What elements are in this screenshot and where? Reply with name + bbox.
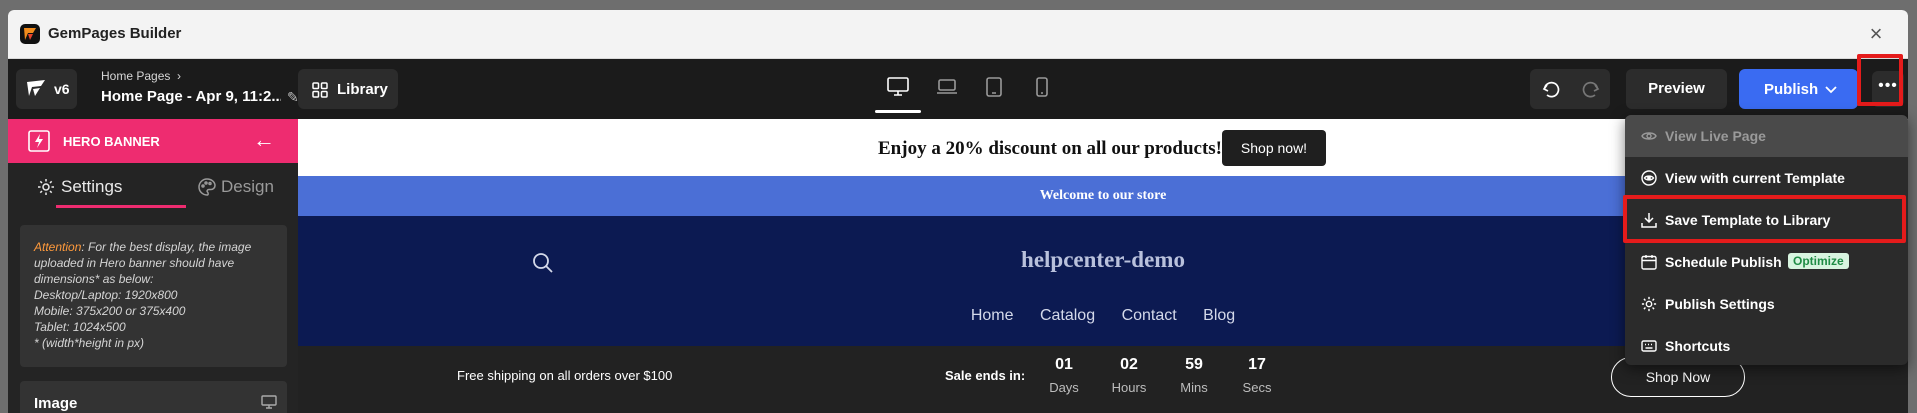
menu-item-label: Shortcuts <box>1665 338 1731 354</box>
countdown-days-label: Days <box>1049 380 1079 395</box>
gear-icon <box>38 179 54 195</box>
mobile-icon <box>1036 77 1048 97</box>
shop-now-button[interactable]: Shop now! <box>1222 130 1326 166</box>
eye-icon <box>1641 132 1657 140</box>
keyboard-icon <box>1641 340 1657 352</box>
nav-item-blog[interactable]: Blog <box>1203 307 1235 325</box>
countdown-hours: 02 Hours <box>1099 356 1159 395</box>
attention-label: Attention <box>34 240 82 254</box>
grid-icon <box>312 82 328 98</box>
tablet-icon <box>986 77 1002 97</box>
editor-toolbar: v6 Home Pages › Home Page - Apr 9, 11:2.… <box>8 59 1908 119</box>
countdown-mins-label: Mins <box>1180 380 1208 395</box>
palette-icon <box>198 178 216 196</box>
library-button[interactable]: Library <box>298 69 398 109</box>
menu-item-schedule-publish[interactable]: Schedule Publish Optimize <box>1625 241 1908 283</box>
page-title: Home Page - Apr 9, 11:2... <box>101 88 281 105</box>
menu-item-label: View with current Template <box>1665 170 1845 186</box>
nav-item-contact[interactable]: Contact <box>1122 307 1177 325</box>
countdown-secs-label: Secs <box>1242 380 1272 395</box>
section-title: HERO BANNER <box>63 134 160 149</box>
close-icon[interactable]: × <box>1866 23 1886 45</box>
title-bar: GemPages Builder × <box>8 10 1908 59</box>
menu-item-view-live-page[interactable]: View Live Page <box>1625 115 1908 157</box>
lightning-icon <box>28 130 50 152</box>
version-label: v6 <box>54 81 70 97</box>
image-setting-row[interactable]: Image <box>20 381 287 413</box>
countdown-days-value: 01 <box>1055 356 1073 373</box>
preview-button[interactable]: Preview <box>1626 69 1727 109</box>
notice-footnote: * (width*height in px) <box>34 336 145 350</box>
notice-desktop: Desktop/Laptop: 1920x800 <box>34 288 178 302</box>
countdown-secs-value: 17 <box>1248 356 1266 373</box>
notice-mobile: Mobile: 375x200 or 375x400 <box>34 304 186 318</box>
breadcrumb[interactable]: Home Pages <box>101 69 170 83</box>
tab-settings[interactable]: Settings <box>8 163 153 209</box>
mobile-view-button[interactable] <box>1019 67 1065 111</box>
image-label: Image <box>34 395 78 412</box>
sale-ends-label: Sale ends in: <box>945 368 1026 383</box>
edit-pen-icon[interactable]: ✎ <box>287 89 299 106</box>
desktop-icon <box>887 77 909 96</box>
menu-item-view-with-template[interactable]: View with current Template <box>1625 157 1908 199</box>
gempages-mark-icon <box>27 80 45 96</box>
laptop-icon <box>937 79 957 94</box>
chevron-down-icon <box>1825 86 1837 94</box>
gear-icon <box>1641 296 1657 312</box>
undo-redo-group <box>1530 69 1610 109</box>
calendar-icon <box>1641 255 1657 270</box>
window-title: GemPages Builder <box>48 25 182 42</box>
countdown-days: 01 Days <box>1034 356 1094 395</box>
library-label: Library <box>337 81 388 98</box>
nav-item-home[interactable]: Home <box>971 307 1014 325</box>
desktop-view-button[interactable] <box>875 67 921 113</box>
optimize-badge: Optimize <box>1788 253 1849 269</box>
active-tab-indicator <box>56 205 186 208</box>
menu-item-label: Publish Settings <box>1665 296 1775 312</box>
gempages-logo-icon <box>20 24 40 44</box>
eye-circle-icon <box>1641 170 1657 186</box>
arrow-left-icon[interactable]: ← <box>253 129 275 151</box>
menu-item-label: View Live Page <box>1665 128 1766 144</box>
attention-notice: Attention: For the best display, the ima… <box>20 225 287 367</box>
countdown-hours-label: Hours <box>1111 380 1147 395</box>
breadcrumb-chevron-icon: › <box>177 69 181 83</box>
countdown-hours-value: 02 <box>1120 356 1138 373</box>
laptop-view-button[interactable] <box>924 67 970 111</box>
version-button[interactable]: v6 <box>16 69 77 109</box>
undo-icon[interactable] <box>1542 81 1562 99</box>
publish-button[interactable]: Publish <box>1739 69 1858 109</box>
nav-item-catalog[interactable]: Catalog <box>1040 307 1095 325</box>
section-header: HERO BANNER ← <box>8 119 298 163</box>
menu-item-label: Schedule Publish <box>1665 254 1782 270</box>
redo-icon[interactable] <box>1580 81 1600 99</box>
tab-settings-label: Settings <box>61 177 123 196</box>
countdown-secs: 17 Secs <box>1227 356 1287 395</box>
promo-text: Enjoy a 20% discount on all our products… <box>878 138 1223 159</box>
tab-design[interactable]: Design <box>153 163 298 209</box>
countdown-mins: 59 Mins <box>1164 356 1224 395</box>
notice-tablet: Tablet: 1024x500 <box>34 320 126 334</box>
free-shipping-text: Free shipping on all orders over $100 <box>457 368 673 383</box>
publish-label: Publish <box>1764 81 1819 98</box>
menu-item-shortcuts[interactable]: Shortcuts <box>1625 325 1908 365</box>
monitor-icon[interactable] <box>261 395 277 409</box>
save-template-highlight <box>1623 195 1906 243</box>
countdown-mins-value: 59 <box>1185 356 1203 373</box>
menu-item-publish-settings[interactable]: Publish Settings <box>1625 283 1908 325</box>
settings-sidebar: HERO BANNER ← Settings Design Attention:… <box>8 119 298 413</box>
more-button-highlight <box>1857 54 1903 106</box>
tablet-view-button[interactable] <box>971 67 1017 111</box>
tab-design-label: Design <box>221 177 274 196</box>
